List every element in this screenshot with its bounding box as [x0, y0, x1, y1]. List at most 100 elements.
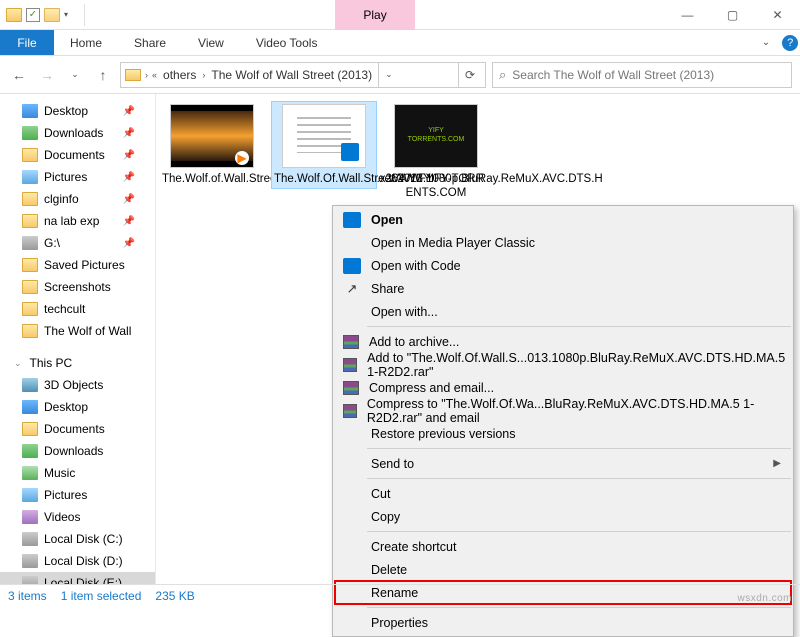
help-chevron[interactable]: ⌄? — [760, 30, 800, 55]
pictures-icon — [22, 170, 38, 184]
sidebar-item-folder[interactable]: techcult — [0, 298, 155, 320]
video-tools-tab[interactable]: Video Tools — [240, 30, 334, 55]
vscode-icon — [343, 258, 361, 274]
ctx-restore-versions[interactable]: Restore previous versions — [335, 422, 791, 445]
sidebar-item-drive-c[interactable]: Local Disk (C:) — [0, 528, 155, 550]
blank-icon — [343, 509, 361, 525]
sidebar-item-pictures[interactable]: Pictures — [0, 484, 155, 506]
close-button[interactable]: ✕ — [755, 0, 800, 30]
search-input[interactable]: ⌕ Search The Wolf of Wall Street (2013) — [492, 62, 792, 88]
blank-icon — [343, 615, 361, 631]
ctx-cut[interactable]: Cut — [335, 482, 791, 505]
blank-icon — [343, 304, 361, 320]
sidebar-item-drive-e[interactable]: Local Disk (E:) — [0, 572, 155, 584]
drive-icon — [22, 236, 38, 250]
desktop-icon — [22, 400, 38, 414]
status-bar: 3 items 1 item selected 235 KB — [0, 584, 800, 606]
sidebar-item-drive[interactable]: G:\📌 — [0, 232, 155, 254]
ctx-share[interactable]: ↗Share — [335, 277, 791, 300]
file-item-image[interactable]: YIFYTORRENTS.COM WWW.YIFY-TORRENTS.COM — [386, 104, 486, 201]
ctx-open-with[interactable]: Open with... — [335, 300, 791, 323]
sidebar-item-drive-d[interactable]: Local Disk (D:) — [0, 550, 155, 572]
sidebar-item-desktop[interactable]: Desktop — [0, 396, 155, 418]
ctx-open-code[interactable]: Open with Code — [335, 254, 791, 277]
ctx-open-mpc[interactable]: Open in Media Player Classic — [335, 231, 791, 254]
sidebar-item-videos[interactable]: Videos — [0, 506, 155, 528]
documents-icon — [22, 148, 38, 162]
up-button[interactable]: ↑ — [92, 64, 114, 86]
address-segment[interactable]: The Wolf of Wall Street (2013) — [209, 68, 374, 82]
folder-icon — [22, 302, 38, 316]
ctx-compress-to-email[interactable]: Compress to "The.Wolf.Of.Wa...BluRay.ReM… — [335, 399, 791, 422]
sidebar-this-pc[interactable]: ⌄This PC — [0, 352, 155, 374]
blank-icon — [343, 562, 361, 578]
folder-icon — [22, 258, 38, 272]
ctx-send-to[interactable]: Send to▶ — [335, 452, 791, 475]
minimize-button[interactable]: — — [665, 0, 710, 30]
quick-access-toolbar: ✓ ▾ — [0, 8, 74, 22]
sidebar-item-folder[interactable]: Screenshots — [0, 276, 155, 298]
sidebar-item-folder[interactable]: Saved Pictures — [0, 254, 155, 276]
ctx-copy[interactable]: Copy — [335, 505, 791, 528]
view-tab[interactable]: View — [182, 30, 240, 55]
address-segment[interactable]: others — [161, 68, 198, 82]
folder-icon — [22, 192, 38, 206]
file-label: The.Wolf.Of.Wall.Street.2013.1080p.BluRa… — [274, 172, 374, 186]
blank-icon — [343, 426, 361, 442]
drive-icon — [22, 532, 38, 546]
file-tab[interactable]: File — [0, 30, 54, 55]
downloads-icon — [22, 444, 38, 458]
pin-icon: 📌 — [123, 150, 135, 161]
folder-icon — [22, 214, 38, 228]
sidebar-item-documents[interactable]: Documents — [0, 418, 155, 440]
qat-dropdown-icon[interactable]: ▾ — [64, 10, 68, 19]
new-folder-icon[interactable] — [44, 8, 60, 22]
separator — [367, 478, 791, 479]
sidebar-item-folder[interactable]: The Wolf of Wall — [0, 320, 155, 342]
status-size: 235 KB — [155, 589, 194, 603]
chevron-right-icon[interactable]: › — [202, 70, 205, 80]
chevron-right-icon[interactable]: « — [152, 70, 157, 80]
3d-objects-icon — [22, 378, 38, 392]
document-thumbnail — [282, 104, 366, 168]
sidebar-item-music[interactable]: Music — [0, 462, 155, 484]
title-bar: ✓ ▾ Play — ▢ ✕ — [0, 0, 800, 30]
recent-locations-button[interactable]: ⌄ — [64, 64, 86, 86]
sidebar-item-folder[interactable]: clginfo📌 — [0, 188, 155, 210]
sidebar-item-pictures[interactable]: Pictures📌 — [0, 166, 155, 188]
sidebar-item-downloads[interactable]: Downloads📌 — [0, 122, 155, 144]
pin-icon: 📌 — [123, 238, 135, 249]
videos-icon — [22, 510, 38, 524]
pin-icon: 📌 — [123, 194, 135, 205]
status-item-count: 3 items — [8, 589, 47, 603]
forward-button[interactable]: → — [36, 64, 58, 86]
file-item-selected[interactable]: The.Wolf.Of.Wall.Street.2013.1080p.BluRa… — [274, 104, 374, 186]
play-contextual-tab[interactable]: Play — [335, 0, 415, 30]
address-bar[interactable]: › « others › The Wolf of Wall Street (20… — [120, 62, 486, 88]
watermark: wsxdn.com — [737, 593, 792, 604]
share-tab[interactable]: Share — [118, 30, 182, 55]
address-dropdown[interactable]: ⌄ — [378, 63, 399, 87]
home-tab[interactable]: Home — [54, 30, 118, 55]
separator — [367, 448, 791, 449]
qat-properties-icon[interactable]: ✓ — [26, 8, 40, 22]
sidebar-item-documents[interactable]: Documents📌 — [0, 144, 155, 166]
ctx-properties[interactable]: Properties — [335, 611, 791, 634]
pin-icon: 📌 — [123, 128, 135, 139]
ctx-add-to-rar[interactable]: Add to "The.Wolf.Of.Wall.S...013.1080p.B… — [335, 353, 791, 376]
ctx-delete[interactable]: Delete — [335, 558, 791, 581]
file-item-video[interactable]: The.Wolf.of.Wall.Street.2013.720p.BluRay… — [162, 104, 262, 186]
ctx-create-shortcut[interactable]: Create shortcut — [335, 535, 791, 558]
blank-icon — [343, 456, 361, 472]
refresh-button[interactable]: ⟳ — [458, 63, 481, 87]
maximize-button[interactable]: ▢ — [710, 0, 755, 30]
sidebar-item-3dobjects[interactable]: 3D Objects — [0, 374, 155, 396]
help-icon[interactable]: ? — [782, 35, 798, 51]
ctx-open[interactable]: Open — [335, 208, 791, 231]
chevron-right-icon[interactable]: › — [145, 70, 148, 80]
sidebar-item-desktop[interactable]: Desktop📌 — [0, 100, 155, 122]
back-button[interactable]: ← — [8, 64, 30, 86]
sidebar-item-folder[interactable]: na lab exp📌 — [0, 210, 155, 232]
drive-icon — [22, 576, 38, 584]
sidebar-item-downloads[interactable]: Downloads — [0, 440, 155, 462]
